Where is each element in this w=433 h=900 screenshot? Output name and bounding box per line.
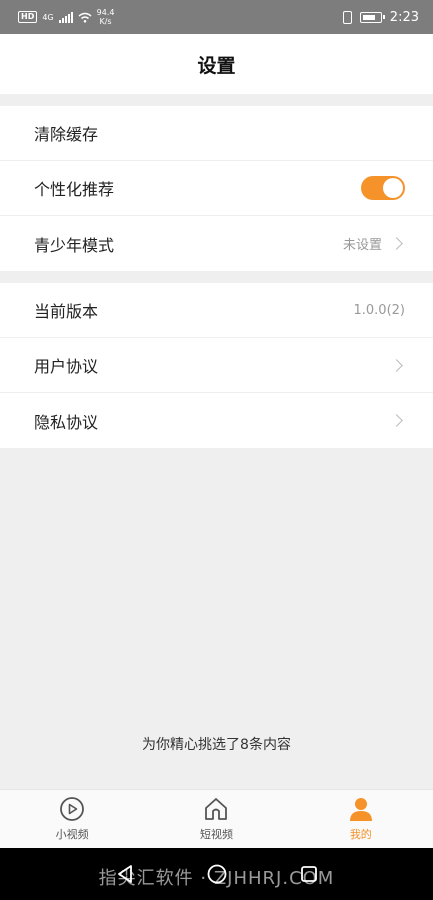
- tab-label: 我的: [349, 828, 372, 841]
- speed-unit: K/s: [99, 17, 112, 26]
- status-time: 2:23: [389, 9, 419, 25]
- clear-cache-row[interactable]: 清除缓存: [0, 106, 433, 161]
- personalized-recommend-toggle[interactable]: [361, 176, 405, 200]
- settings-group-1: 清除缓存 个性化推荐 青少年模式 未设置: [0, 106, 433, 271]
- bottom-tab-bar: 小视频 短视频 我的: [0, 789, 433, 848]
- wifi-icon: [78, 12, 92, 23]
- footer-tip: 为你精心挑选了8条内容: [142, 737, 291, 753]
- settings-group-2: 当前版本 1.0.0(2) 用户协议 隐私协议: [0, 283, 433, 448]
- teen-mode-value: 未设置: [342, 238, 382, 253]
- signal-icon: [58, 11, 73, 23]
- current-version-value: 1.0.0(2): [353, 302, 406, 318]
- toggle-knob: [383, 178, 403, 198]
- current-version-row: 当前版本 1.0.0(2): [0, 283, 433, 338]
- network-speed: 94.4 K/s: [97, 8, 115, 26]
- page-title: 设置: [197, 54, 236, 77]
- chevron-right-icon: [390, 414, 403, 427]
- tab-label: 短视频: [199, 828, 233, 841]
- user-agreement-label: 用户协议: [34, 357, 99, 376]
- speed-value: 94.4: [96, 8, 115, 17]
- tab-short-video[interactable]: 小视频: [0, 790, 144, 848]
- current-version-label: 当前版本: [34, 302, 99, 321]
- back-triangle-icon[interactable]: [114, 863, 136, 885]
- teen-mode-label: 青少年模式: [34, 235, 115, 255]
- system-nav-bar: [0, 848, 433, 900]
- vibrate-icon: [342, 10, 352, 24]
- user-agreement-row[interactable]: 用户协议: [0, 338, 433, 393]
- tab-label: 小视频: [55, 828, 89, 841]
- tab-mine[interactable]: 我的: [289, 790, 433, 848]
- home-icon: [205, 798, 228, 820]
- privacy-agreement-row[interactable]: 隐私协议: [0, 393, 433, 448]
- status-right: 2:23: [342, 9, 419, 25]
- privacy-agreement-label: 隐私协议: [34, 412, 99, 432]
- chevron-right-icon: [390, 237, 403, 250]
- status-left: HD 4G 94.4 K/s: [18, 8, 114, 26]
- title-bar: 设置: [0, 34, 433, 94]
- recent-apps-icon[interactable]: [298, 863, 320, 885]
- tab-clip-video[interactable]: 短视频: [144, 790, 288, 848]
- personalized-recommend-label: 个性化推荐: [34, 180, 115, 199]
- user-icon: [349, 798, 372, 821]
- hd-badge: HD: [18, 11, 38, 23]
- clear-cache-label: 清除缓存: [34, 125, 99, 144]
- home-circle-icon[interactable]: [206, 863, 228, 885]
- teen-mode-row[interactable]: 青少年模式 未设置: [0, 216, 433, 271]
- battery-icon: [359, 11, 385, 23]
- chevron-right-icon: [390, 358, 403, 372]
- network-type: 4G: [42, 12, 54, 22]
- play-circle-icon: [60, 797, 85, 821]
- personalized-recommend-row: 个性化推荐: [0, 161, 433, 216]
- teen-mode-right: 未设置: [343, 234, 405, 253]
- status-bar: HD 4G 94.4 K/s 2:23: [0, 0, 433, 34]
